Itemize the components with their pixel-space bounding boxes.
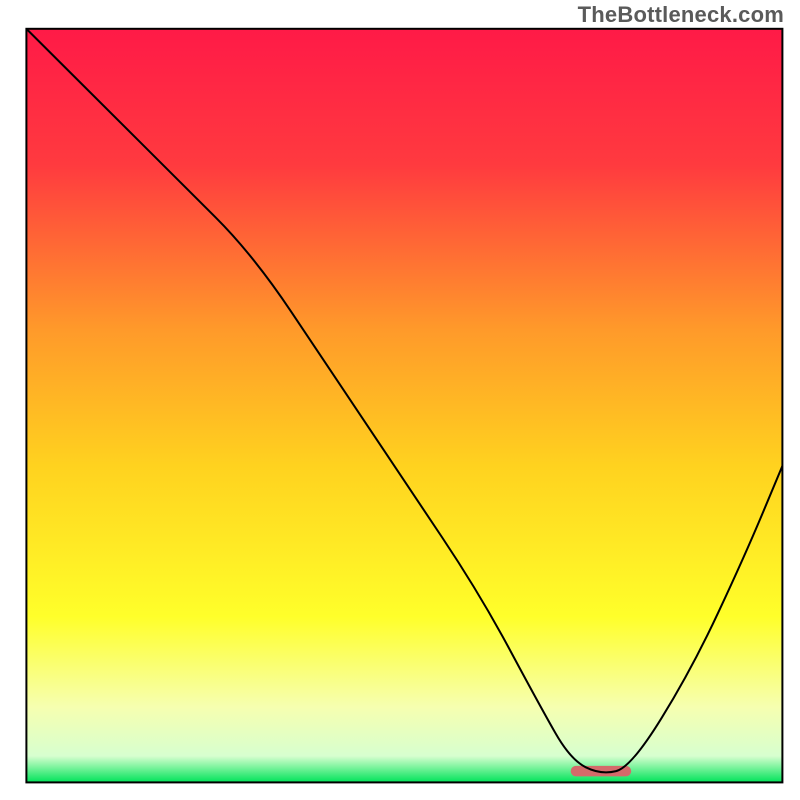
bottleneck-chart — [0, 0, 800, 800]
chart-container: TheBottleneck.com — [0, 0, 800, 800]
